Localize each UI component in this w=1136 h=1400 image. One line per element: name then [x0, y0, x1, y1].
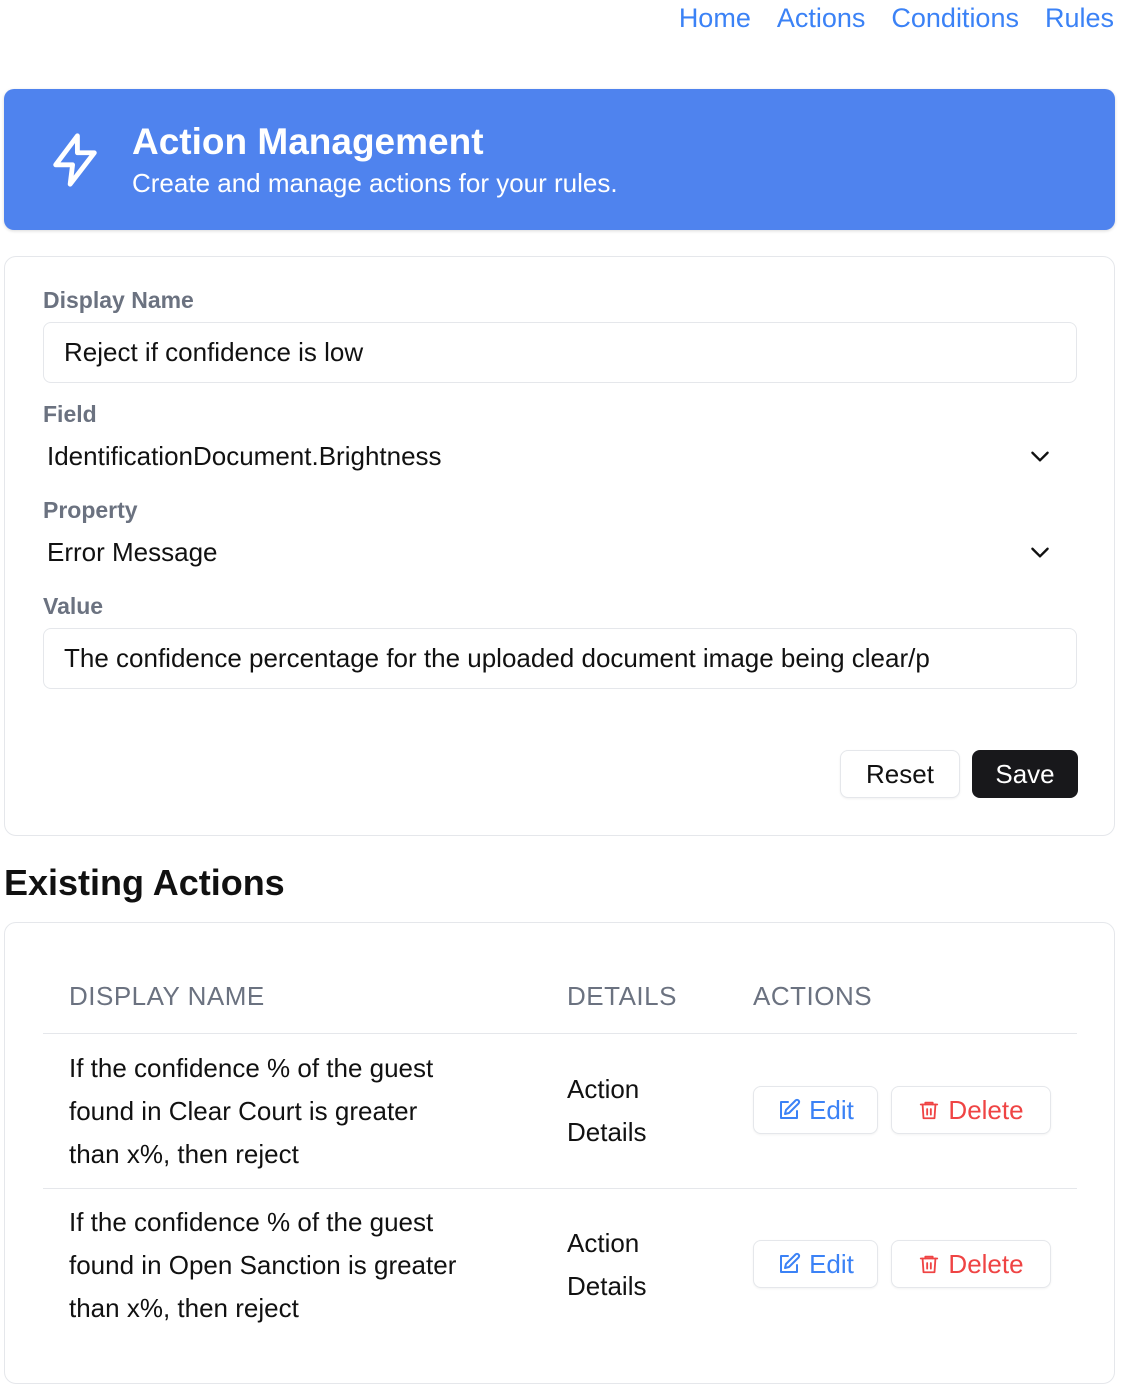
- column-header-actions: ACTIONS: [753, 981, 873, 1011]
- field-label: Field: [43, 401, 97, 427]
- column-header-display-name: DISPLAY NAME: [69, 981, 265, 1011]
- table-row-details: Action Details: [567, 1074, 647, 1147]
- delete-button[interactable]: Delete: [891, 1086, 1051, 1134]
- property-select[interactable]: Error Message: [43, 527, 1077, 577]
- edit-icon: [780, 1252, 801, 1273]
- chevron-down-icon: [1031, 451, 1049, 462]
- reset-button[interactable]: Reset: [840, 750, 960, 798]
- table-row-name: If the confidence % of the guest found i…: [69, 1207, 457, 1323]
- save-button[interactable]: Save: [972, 750, 1078, 798]
- trash-icon: [920, 1255, 939, 1274]
- page-subtitle: Create and manage actions for your rules…: [132, 167, 618, 198]
- action-form: Display Name Reject if confidence is low…: [4, 256, 1115, 836]
- field-select[interactable]: IdentificationDocument.Brightness: [43, 431, 1077, 481]
- edit-button[interactable]: Edit: [753, 1086, 878, 1134]
- nav-link-home[interactable]: Home: [679, 0, 751, 36]
- top-nav: Home Actions Conditions Rules: [679, 0, 1114, 36]
- field-select-value: IdentificationDocument.Brightness: [47, 440, 442, 471]
- property-label: Property: [43, 497, 138, 523]
- page-title: Action Management: [132, 120, 484, 162]
- value-input[interactable]: The confidence percentage for the upload…: [43, 628, 1077, 689]
- display-name-input[interactable]: Reject if confidence is low: [43, 322, 1077, 383]
- header-banner: Action Management Create and manage acti…: [4, 89, 1115, 230]
- table-row-details: Action Details: [567, 1228, 647, 1301]
- trash-icon: [920, 1101, 939, 1120]
- actions-table: DISPLAY NAME DETAILS ACTIONS If the conf…: [4, 922, 1115, 1384]
- nav-link-conditions[interactable]: Conditions: [891, 0, 1019, 36]
- table-row-name: If the confidence % of the guest found i…: [69, 1053, 434, 1169]
- nav-link-rules[interactable]: Rules: [1045, 0, 1114, 36]
- value-label: Value: [43, 593, 104, 619]
- property-select-value: Error Message: [47, 536, 218, 567]
- column-header-details: DETAILS: [567, 981, 677, 1011]
- table-divider: [43, 1033, 1077, 1034]
- lightning-bolt-icon: [46, 131, 104, 189]
- table-divider: [43, 1188, 1077, 1189]
- delete-button[interactable]: Delete: [891, 1240, 1051, 1288]
- edit-button[interactable]: Edit: [753, 1240, 878, 1288]
- display-name-label: Display Name: [43, 287, 194, 313]
- edit-icon: [780, 1098, 801, 1119]
- chevron-down-icon: [1031, 547, 1049, 558]
- existing-actions-title: Existing Actions: [4, 862, 285, 903]
- nav-link-actions[interactable]: Actions: [777, 0, 866, 36]
